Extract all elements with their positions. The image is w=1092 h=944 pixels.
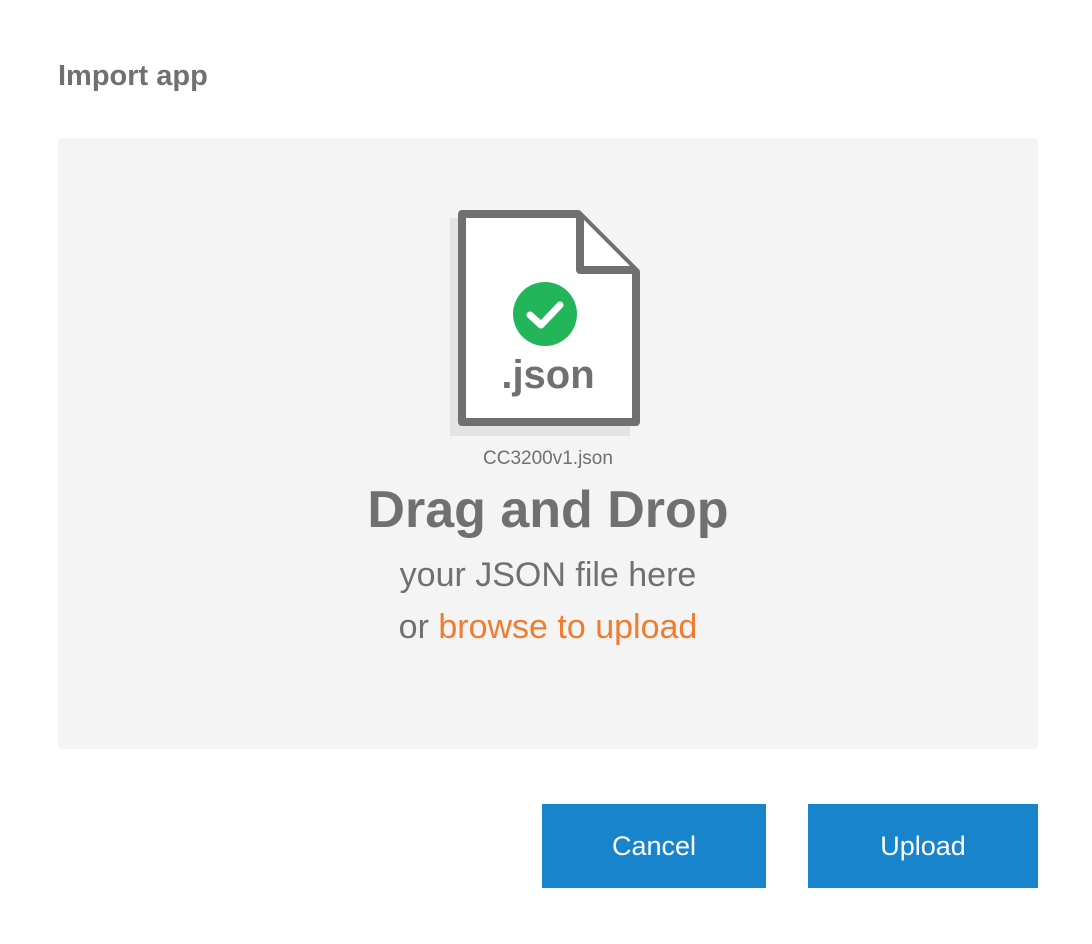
check-circle-icon [513, 282, 577, 346]
browse-prefix: or [398, 608, 439, 646]
import-app-dialog: Import app .json CC3200v1.json Drag and … [0, 0, 1092, 944]
drag-drop-heading: Drag and Drop [367, 481, 729, 539]
file-icon: .json [448, 210, 648, 440]
upload-button[interactable]: Upload [808, 804, 1038, 888]
browse-line: or browse to upload [58, 606, 1038, 648]
dialog-title: Import app [58, 60, 208, 92]
selected-file-name: CC3200v1.json [483, 448, 613, 469]
file-dropzone[interactable]: .json CC3200v1.json Drag and Drop your J… [58, 138, 1038, 749]
cancel-button[interactable]: Cancel [542, 804, 766, 888]
file-extension-label: .json [501, 353, 594, 397]
browse-to-upload-link[interactable]: browse to upload [438, 608, 697, 646]
drag-drop-subtext: your JSON file here [399, 556, 697, 594]
